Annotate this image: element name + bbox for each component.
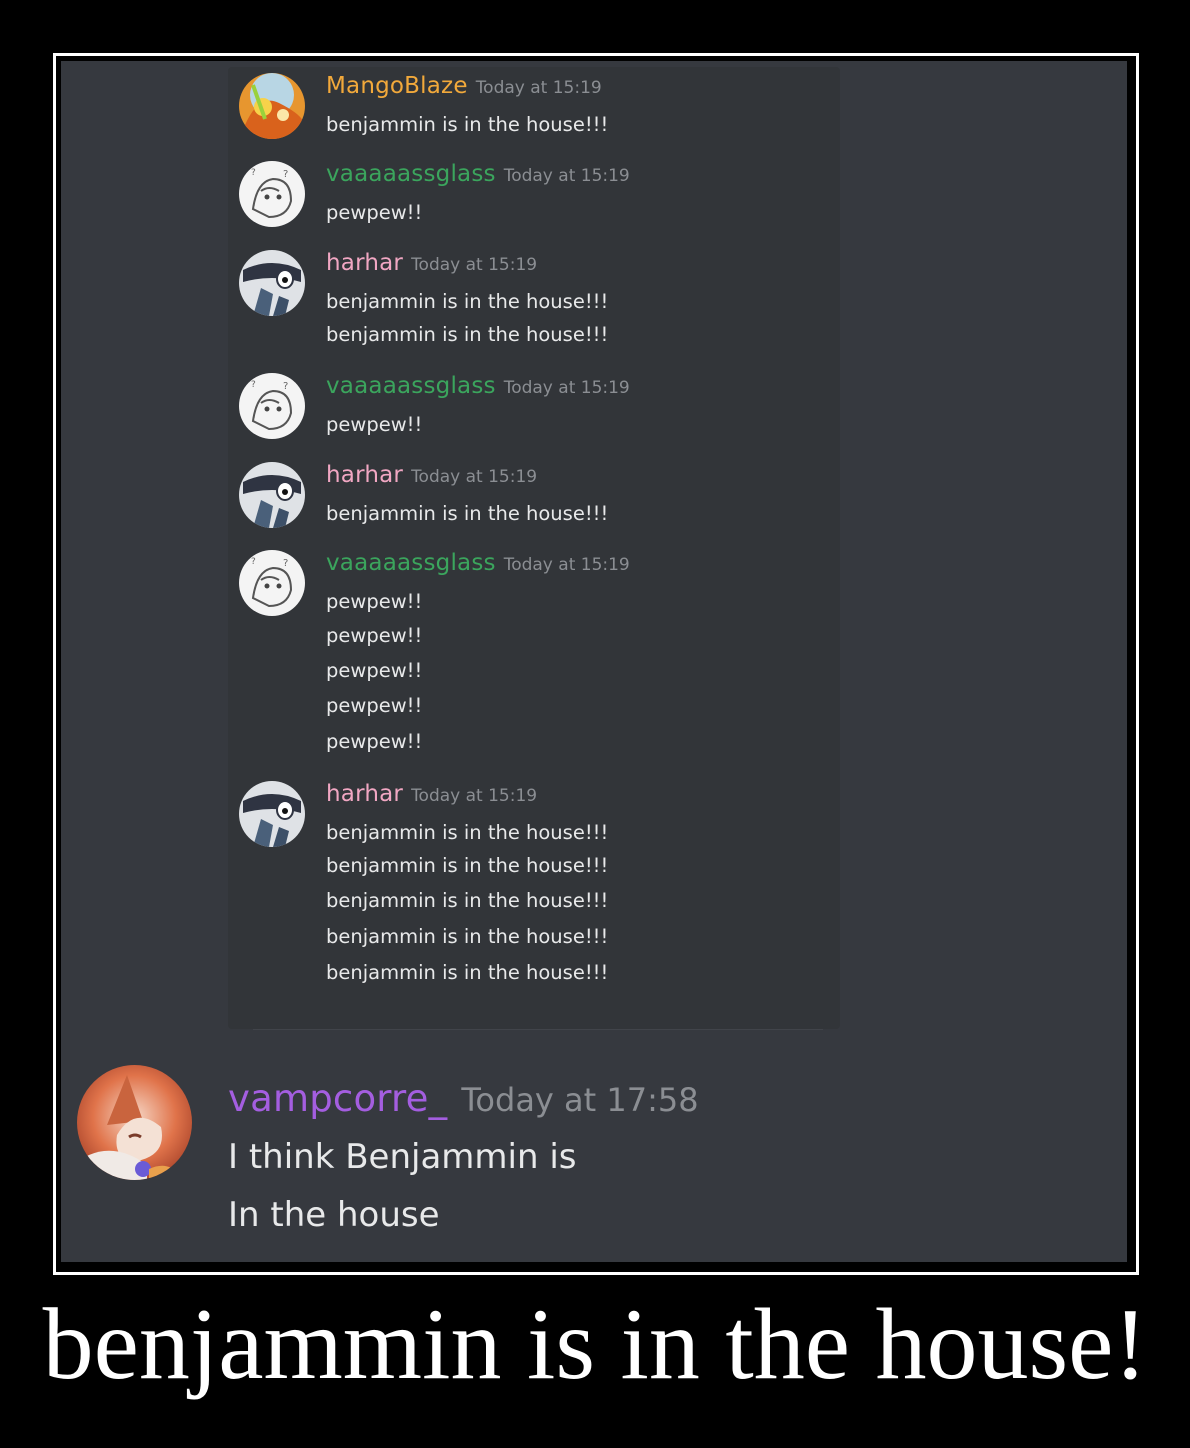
quoted-message-block	[228, 67, 840, 1029]
sketch-avatar-icon[interactable]: ? ?	[239, 373, 305, 439]
timestamp: Today at 15:19	[503, 166, 630, 186]
orange-avatar-icon[interactable]	[239, 73, 305, 139]
svg-text:?: ?	[251, 557, 256, 567]
message-text: benjammin is in the house!!!	[326, 961, 609, 984]
svg-text:?: ?	[251, 380, 256, 390]
message-text: benjammin is in the house!!!	[326, 925, 609, 948]
message-header: harhar Today at 15:19	[326, 462, 537, 488]
message-text: pewpew!!	[326, 590, 423, 613]
message-text: benjammin is in the house!!!	[326, 854, 609, 877]
svg-text:?: ?	[251, 168, 256, 178]
username[interactable]: vampcorre_	[228, 1077, 447, 1120]
chat-screenshot: MangoBlaze Today at 15:19 benjammin is in…	[61, 61, 1127, 1262]
message-text: pewpew!!	[326, 694, 423, 717]
message-header: vaaaaassglass Today at 15:19	[326, 550, 630, 576]
username[interactable]: harhar	[326, 250, 403, 276]
message-header: vampcorre_ Today at 17:58	[228, 1077, 699, 1120]
message-text: I think Benjammin is	[228, 1137, 577, 1177]
message-text: benjammin is in the house!!!	[326, 502, 609, 525]
message-text: pewpew!!	[326, 659, 423, 682]
message-text: pewpew!!	[326, 624, 423, 647]
username[interactable]: vaaaaassglass	[326, 161, 496, 187]
timestamp: Today at 15:19	[503, 555, 630, 575]
masked-avatar-icon[interactable]	[239, 250, 305, 316]
message-text: pewpew!!	[326, 201, 423, 224]
svg-text:?: ?	[283, 558, 288, 569]
message-header: harhar Today at 15:19	[326, 781, 537, 807]
timestamp: Today at 15:19	[411, 255, 538, 275]
message-text: benjammin is in the house!!!	[326, 821, 609, 844]
message-text: In the house	[228, 1195, 440, 1235]
username[interactable]: harhar	[326, 781, 403, 807]
message-header: vaaaaassglass Today at 15:19	[326, 161, 630, 187]
timestamp: Today at 15:19	[503, 378, 630, 398]
divider	[253, 1029, 823, 1030]
timestamp: Today at 15:19	[411, 786, 538, 806]
meme-caption: benjammin is in the house!	[42, 1288, 1148, 1401]
username[interactable]: vaaaaassglass	[326, 550, 496, 576]
fox-avatar-icon[interactable]	[77, 1065, 192, 1180]
username[interactable]: MangoBlaze	[326, 73, 468, 99]
sketch-avatar-icon[interactable]: ? ?	[239, 161, 305, 227]
message-text: pewpew!!	[326, 413, 423, 436]
svg-text:?: ?	[283, 169, 288, 180]
meme-frame: MangoBlaze Today at 15:19 benjammin is in…	[53, 53, 1139, 1275]
sketch-avatar-icon[interactable]: ? ?	[239, 550, 305, 616]
masked-avatar-icon[interactable]	[239, 781, 305, 847]
message-header: harhar Today at 15:19	[326, 250, 537, 276]
username[interactable]: vaaaaassglass	[326, 373, 496, 399]
message-text: benjammin is in the house!!!	[326, 323, 609, 346]
masked-avatar-icon[interactable]	[239, 462, 305, 528]
timestamp: Today at 15:19	[475, 78, 602, 98]
message-text: benjammin is in the house!!!	[326, 290, 609, 313]
svg-text:?: ?	[283, 381, 288, 392]
message-text: benjammin is in the house!!!	[326, 113, 609, 136]
timestamp: Today at 17:58	[461, 1081, 699, 1119]
message-text: pewpew!!	[326, 730, 423, 753]
message-header: MangoBlaze Today at 15:19	[326, 73, 602, 99]
message-header: vaaaaassglass Today at 15:19	[326, 373, 630, 399]
username[interactable]: harhar	[326, 462, 403, 488]
timestamp: Today at 15:19	[411, 467, 538, 487]
message-text: benjammin is in the house!!!	[326, 889, 609, 912]
